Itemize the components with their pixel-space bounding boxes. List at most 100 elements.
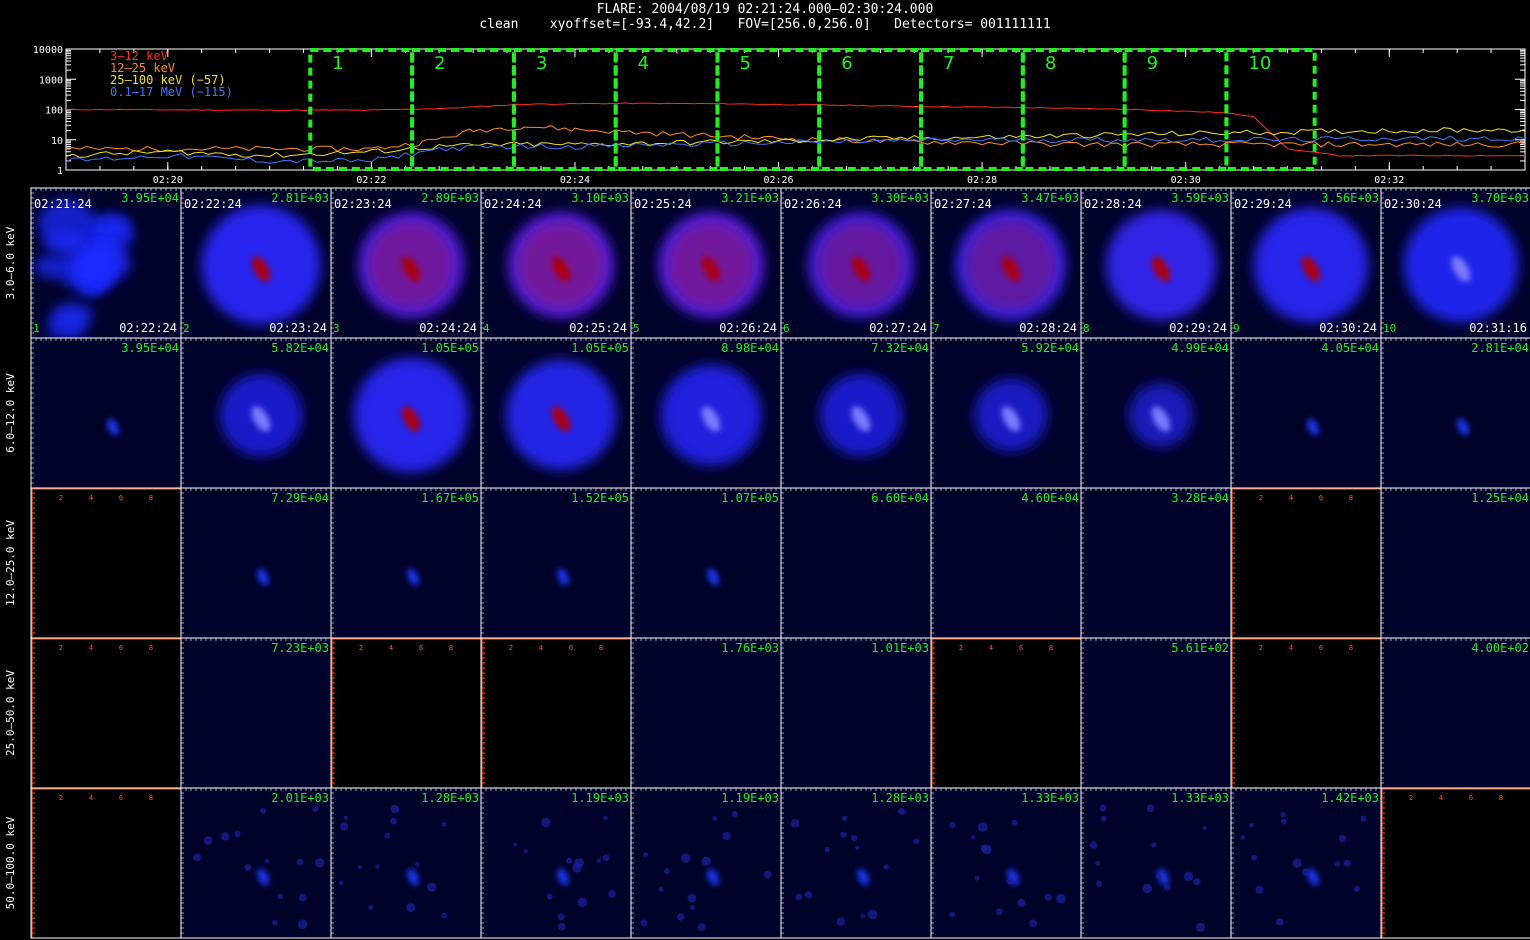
image-panel: 3.30E+03 02:26:24 02:27:24 6 xyxy=(780,187,932,339)
panel-end-time: 02:31:16 xyxy=(1469,321,1527,335)
noise-speck xyxy=(357,865,363,870)
panel-index: 10 xyxy=(1383,322,1396,335)
blank-tick-label: 4 xyxy=(1289,494,1293,502)
image-panel: 3.70E+03 02:30:24 02:31:16 10 xyxy=(1380,187,1530,339)
panel-start-time: 02:29:24 xyxy=(1234,197,1292,211)
noise-speck xyxy=(312,805,319,812)
image-panel: 4.05E+04 xyxy=(1230,337,1382,489)
panel-background xyxy=(1231,638,1381,788)
image-panel: 1.19E+03 xyxy=(630,787,782,939)
peak-value-label: 8.98E+04 xyxy=(721,341,779,355)
noise-speck xyxy=(722,831,731,841)
image-panel: 3.59E+03 02:28:24 02:29:24 8 xyxy=(1080,187,1232,339)
image-panel: 1.28E+03 xyxy=(780,787,932,939)
peak-value-label: 7.23E+03 xyxy=(271,641,329,655)
image-panel: 6.60E+04 xyxy=(780,487,932,639)
image-panel: 1.01E+03 xyxy=(780,637,932,789)
blank-tick-label: 4 xyxy=(1289,644,1293,652)
image-panel: 2 4 6 8 xyxy=(480,637,632,789)
noise-speck xyxy=(981,844,992,855)
noise-speck xyxy=(1301,868,1310,876)
blank-tick-label: 8 xyxy=(1349,644,1353,652)
peak-value-label: 6.60E+04 xyxy=(871,491,929,505)
peak-value-label: 1.76E+03 xyxy=(721,641,779,655)
noise-speck xyxy=(546,893,553,900)
blank-tick-label: 6 xyxy=(1319,644,1323,652)
noise-speck xyxy=(836,917,846,926)
panel-start-time: 02:23:24 xyxy=(334,197,392,211)
peak-value-label: 1.07E+05 xyxy=(721,491,779,505)
image-panel: 2.81E+04 xyxy=(1380,337,1530,489)
image-grid: 3.95E+04 02:21:24 02:22:24 1 2.81E+03 02:22:2… xyxy=(4,187,1530,939)
peak-value-label: 3.21E+03 xyxy=(721,191,779,205)
noise-speck xyxy=(1202,826,1207,831)
noise-speck xyxy=(1006,878,1013,885)
noise-speck xyxy=(898,807,906,816)
panel-background xyxy=(181,788,331,938)
noise-speck xyxy=(640,919,648,927)
blank-tick-label: 2 xyxy=(959,644,963,652)
panel-background xyxy=(181,488,331,638)
image-panel: 2 4 6 8 xyxy=(330,637,482,789)
noise-speck xyxy=(427,882,437,892)
peak-value-label: 3.95E+04 xyxy=(121,341,179,355)
panel-background xyxy=(481,788,631,938)
noise-speck xyxy=(390,804,400,814)
panel-background xyxy=(1381,788,1530,938)
noise-speck xyxy=(1251,854,1258,861)
noise-speck xyxy=(221,832,230,841)
blank-tick-label: 6 xyxy=(1319,494,1323,502)
peak-value-label: 3.30E+03 xyxy=(871,191,929,205)
image-panel: 3.47E+03 02:27:24 02:28:24 7 xyxy=(930,187,1082,339)
panel-background xyxy=(1381,638,1530,788)
image-panel: 3.95E+04 02:21:24 02:22:24 1 xyxy=(30,187,182,340)
noise-speck xyxy=(1276,918,1284,926)
image-panel: 2 4 6 8 xyxy=(1230,487,1382,639)
noise-speck xyxy=(340,822,349,831)
image-panel: 5.92E+04 xyxy=(930,337,1082,489)
noise-speck xyxy=(1142,883,1153,894)
panel-end-time: 02:27:24 xyxy=(869,321,927,335)
noise-speck xyxy=(1151,842,1157,848)
noise-speck xyxy=(368,905,374,911)
noise-speck xyxy=(676,913,685,921)
noise-speck xyxy=(1195,922,1205,932)
panel-end-time: 02:26:24 xyxy=(719,321,777,335)
panel-background xyxy=(181,638,331,788)
panel-index: 2 xyxy=(183,322,190,335)
noise-speck xyxy=(406,903,416,913)
peak-value-label: 5.92E+04 xyxy=(1021,341,1079,355)
blank-tick-label: 8 xyxy=(449,644,453,652)
image-panel: 4.60E+04 xyxy=(930,487,1082,639)
image-panel: 1.76E+03 xyxy=(630,637,782,789)
blank-tick-label: 8 xyxy=(149,794,153,802)
peak-value-label: 7.32E+04 xyxy=(871,341,929,355)
blank-tick-label: 2 xyxy=(1409,794,1413,802)
noise-speck xyxy=(523,848,529,854)
noise-speck xyxy=(643,852,649,858)
emission-blob xyxy=(52,301,93,329)
noise-speck xyxy=(1011,819,1018,827)
peak-value-label: 7.29E+04 xyxy=(271,491,329,505)
noise-speck xyxy=(790,819,800,828)
noise-speck xyxy=(974,875,980,881)
noise-speck xyxy=(441,821,447,827)
blank-tick-label: 8 xyxy=(1349,494,1353,502)
panel-background xyxy=(631,638,781,788)
image-panel: 5.61E+02 xyxy=(1080,637,1232,789)
noise-speck xyxy=(840,831,847,838)
noise-speck xyxy=(763,870,772,879)
image-panel: 1.05E+05 xyxy=(480,337,632,489)
panel-background xyxy=(931,638,1081,788)
noise-speck xyxy=(1056,893,1066,904)
noise-speck xyxy=(1017,898,1026,907)
noise-speck xyxy=(296,858,304,866)
noise-speck xyxy=(1360,815,1367,822)
peak-value-label: 2.01E+03 xyxy=(271,791,329,805)
image-panel: 7.23E+03 xyxy=(180,637,332,789)
peak-value-label: 1.28E+03 xyxy=(871,791,929,805)
image-panel: 1.25E+04 xyxy=(1380,487,1530,639)
noise-speck xyxy=(996,908,1003,915)
image-panel: 1.33E+03 xyxy=(1080,787,1232,939)
image-panel: 5.82E+04 xyxy=(180,337,332,489)
